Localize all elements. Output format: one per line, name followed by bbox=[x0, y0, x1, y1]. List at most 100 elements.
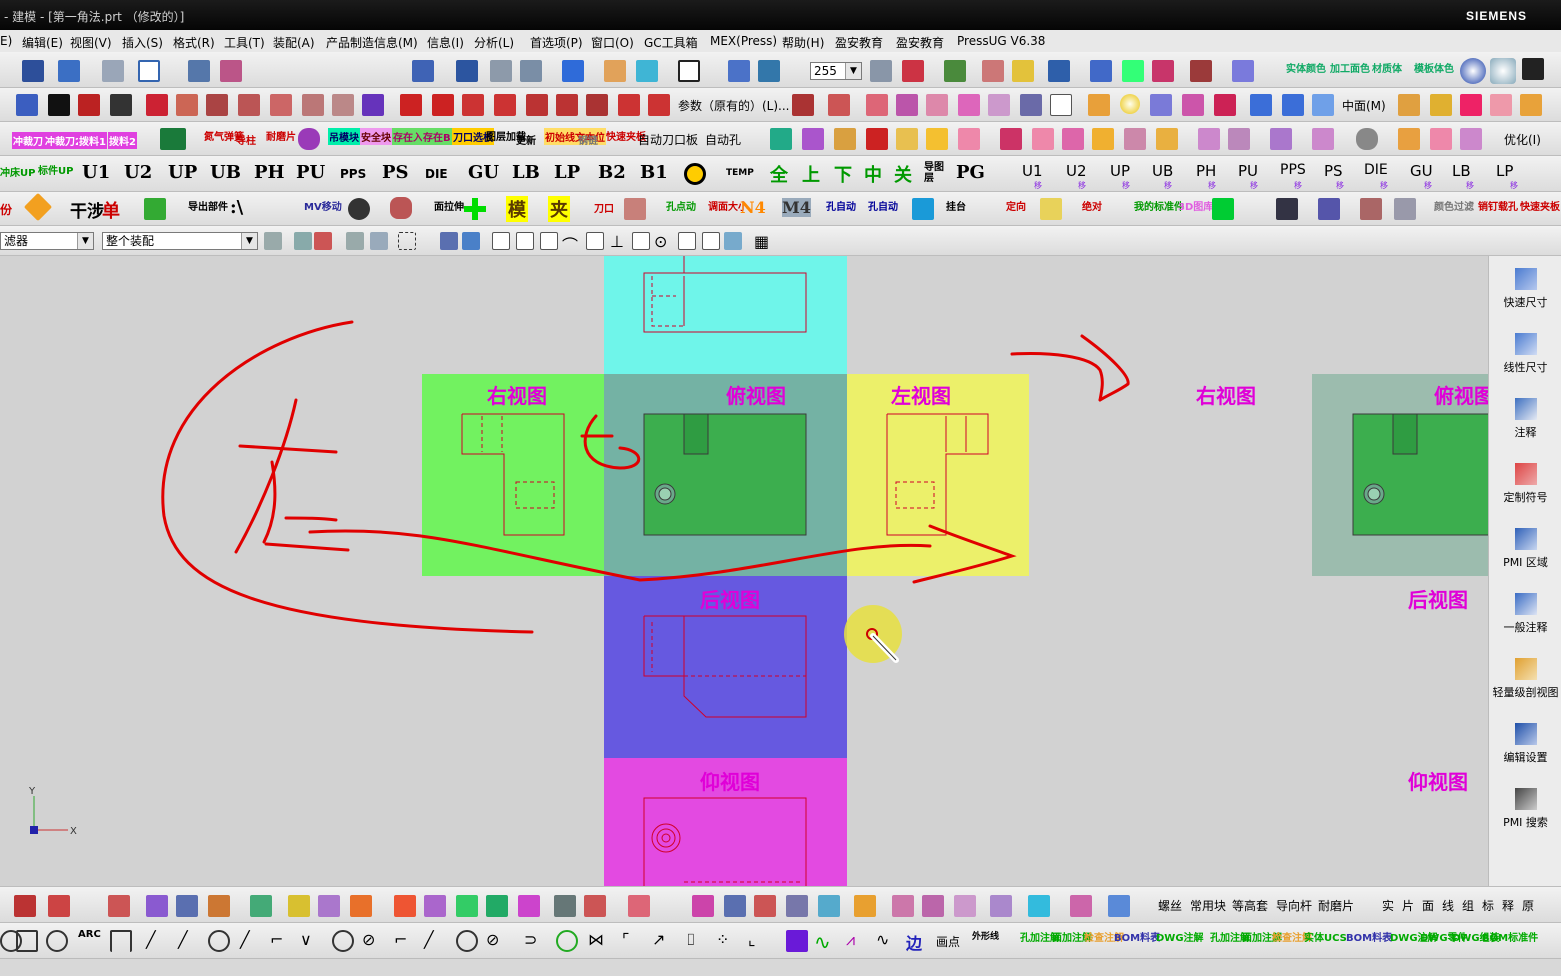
absolute-button[interactable]: 绝对 bbox=[1082, 198, 1102, 213]
background-icon[interactable] bbox=[636, 60, 658, 82]
arc-button[interactable]: ARC bbox=[78, 929, 101, 940]
snap-quadrant-icon[interactable]: ⊙ bbox=[654, 232, 672, 251]
menu-window[interactable]: 窗口(O) bbox=[591, 34, 634, 51]
update-button[interactable]: 更新 bbox=[516, 132, 536, 147]
sew-icon[interactable] bbox=[926, 94, 948, 116]
draw-point-button[interactable]: 画点 bbox=[936, 933, 960, 950]
machined-face-color-button[interactable]: 加工面色 bbox=[1330, 60, 1370, 75]
menu-analysis[interactable]: 分析(L) bbox=[474, 34, 514, 51]
diamond-icon[interactable] bbox=[23, 192, 53, 222]
edit-style-icon[interactable] bbox=[892, 895, 914, 917]
book-icon[interactable] bbox=[1108, 895, 1130, 917]
ps-move-button[interactable]: PS bbox=[1324, 162, 1343, 180]
hatch-icon[interactable] bbox=[48, 895, 70, 917]
wave-line-icon[interactable]: ∿ bbox=[876, 930, 898, 952]
ph-button[interactable]: PH bbox=[254, 162, 285, 183]
lp-move-button[interactable]: LP bbox=[1496, 162, 1513, 180]
printer-icon[interactable] bbox=[1394, 198, 1416, 220]
extract-curve-icon[interactable] bbox=[332, 94, 354, 116]
drafting-view-icon[interactable] bbox=[394, 895, 416, 917]
render-glass-icon[interactable] bbox=[1490, 58, 1516, 84]
component-select-icon[interactable] bbox=[462, 232, 480, 250]
surface-finish-icon[interactable] bbox=[628, 895, 650, 917]
stretch-icon[interactable] bbox=[526, 94, 548, 116]
arch-icon[interactable] bbox=[110, 930, 132, 952]
hole-auto-button[interactable]: 孔自动 bbox=[826, 198, 856, 213]
note-button[interactable]: 注释 bbox=[1489, 398, 1561, 458]
lightweight-section-button[interactable]: 轻量级剖视图 bbox=[1489, 658, 1561, 718]
guide-rod-button[interactable]: 导向杆 bbox=[1276, 897, 1312, 914]
copy-view-icon[interactable] bbox=[220, 60, 242, 82]
sphere-icon[interactable] bbox=[1120, 94, 1140, 114]
save-icon[interactable] bbox=[22, 60, 44, 82]
redo-icon[interactable] bbox=[102, 60, 124, 82]
material-button[interactable]: 材质体 bbox=[1372, 60, 1402, 75]
snap-midpoint-icon[interactable] bbox=[516, 232, 534, 250]
pmi-search-button[interactable]: PMI 搜索 bbox=[1489, 788, 1561, 848]
tool-e-icon[interactable] bbox=[896, 128, 918, 150]
gusset-icon[interactable] bbox=[1430, 94, 1452, 116]
bom-button[interactable]: BOM料表 bbox=[1114, 929, 1160, 944]
measure-icon[interactable] bbox=[982, 60, 1004, 82]
middle-button[interactable]: 中 bbox=[864, 161, 882, 187]
sheet-icon[interactable] bbox=[990, 895, 1012, 917]
common-block-button[interactable]: 常用块 bbox=[1190, 897, 1226, 914]
solid-button[interactable]: 实 bbox=[1382, 897, 1394, 914]
u2-button[interactable]: U2 bbox=[124, 162, 152, 183]
pu-move-button[interactable]: PU bbox=[1238, 162, 1258, 180]
tool-p-icon[interactable] bbox=[1270, 128, 1292, 150]
weld-icon[interactable] bbox=[584, 895, 606, 917]
join-icon[interactable] bbox=[556, 94, 578, 116]
person-icon[interactable] bbox=[390, 197, 412, 219]
screw-button[interactable]: 螺丝 bbox=[1158, 897, 1182, 914]
rotate-icon[interactable] bbox=[490, 60, 512, 82]
shell-icon[interactable] bbox=[1490, 94, 1512, 116]
auto-edge-plate-button[interactable]: 自动刀口板 bbox=[638, 131, 698, 148]
ub-button[interactable]: UB bbox=[210, 162, 241, 183]
dot-grid-icon[interactable]: ⁘ bbox=[716, 930, 738, 952]
export-part-button[interactable]: 导出部件 bbox=[188, 198, 228, 213]
arc-tangent-icon[interactable]: ⌐ bbox=[394, 930, 416, 952]
surface-icon[interactable] bbox=[1020, 94, 1042, 116]
safety-block-button[interactable]: 安全块 bbox=[360, 128, 392, 145]
polygon-icon[interactable] bbox=[16, 930, 38, 952]
color-fill-icon[interactable] bbox=[1028, 895, 1050, 917]
menu-pmi[interactable]: 产品制造信息(M) bbox=[326, 34, 418, 51]
dimension-icon[interactable] bbox=[108, 895, 130, 917]
gdt-icon[interactable] bbox=[692, 895, 714, 917]
tool-l-icon[interactable] bbox=[1124, 128, 1146, 150]
image-icon[interactable] bbox=[818, 895, 840, 917]
wave-icon[interactable] bbox=[618, 94, 640, 116]
circle-green-icon[interactable] bbox=[556, 930, 578, 952]
render-sphere-icon[interactable] bbox=[1460, 58, 1486, 84]
optimize-button[interactable]: 优化(I) bbox=[1504, 131, 1541, 148]
layer-view-icon[interactable] bbox=[288, 895, 310, 917]
outline-button[interactable]: 外形线 bbox=[972, 929, 999, 942]
draft-icon[interactable] bbox=[1460, 94, 1482, 116]
part-list-icon[interactable] bbox=[456, 895, 478, 917]
graphics-viewport[interactable]: 右视图 俯视图 左视图 后视图 仰视图 右视图 俯视图 后视图 仰视图 X Y bbox=[0, 256, 1488, 886]
face-pull-button[interactable]: 面拉伸 bbox=[434, 198, 464, 213]
offset-curve-icon[interactable] bbox=[176, 94, 198, 116]
tool-k-icon[interactable] bbox=[1092, 128, 1114, 150]
zoom-icon[interactable] bbox=[456, 60, 478, 82]
pps-move-button[interactable]: PPS bbox=[1280, 162, 1306, 178]
purple-square-icon[interactable] bbox=[786, 930, 808, 952]
project-curve-icon[interactable] bbox=[238, 94, 260, 116]
menu-yingan-1[interactable]: 盈安教育 bbox=[835, 34, 883, 51]
menu-edit[interactable]: 编辑(E) bbox=[22, 34, 63, 51]
symbol-icon[interactable] bbox=[518, 895, 540, 917]
offset-face-icon[interactable] bbox=[866, 94, 888, 116]
section-view-icon[interactable] bbox=[208, 895, 230, 917]
pg-button[interactable]: PG bbox=[956, 162, 985, 183]
circle-3pt-icon[interactable] bbox=[46, 930, 68, 952]
vertical-line-icon[interactable]: ∨ bbox=[300, 930, 322, 952]
menu-assembly[interactable]: 装配(A) bbox=[273, 34, 315, 51]
cylinder-icon[interactable] bbox=[1088, 94, 1110, 116]
window-icon[interactable] bbox=[138, 60, 160, 82]
ub-move-button[interactable]: UB bbox=[1152, 162, 1173, 180]
centerline-icon[interactable] bbox=[554, 895, 576, 917]
sheet-button[interactable]: 片 bbox=[1402, 897, 1414, 914]
helix-icon[interactable] bbox=[648, 94, 670, 116]
analysis-icon[interactable] bbox=[1012, 60, 1034, 82]
